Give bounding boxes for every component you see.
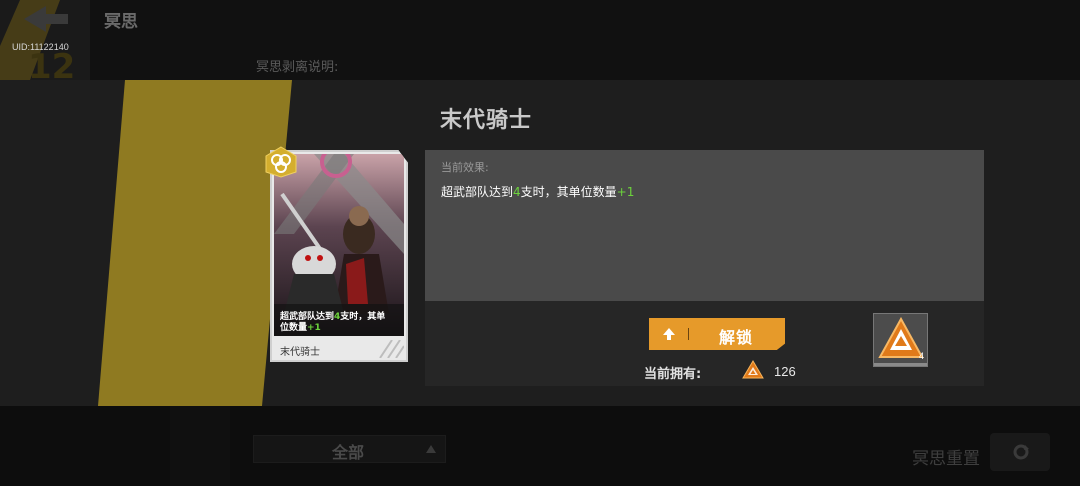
card-title: 末代骑士 — [440, 108, 533, 133]
card-text-part: 位数量 — [280, 323, 308, 333]
unlock-label: 解锁 — [719, 328, 754, 347]
card-text-bonus: +1 — [307, 323, 321, 333]
top-bar — [0, 0, 1080, 80]
refresh-icon — [1013, 444, 1029, 460]
arrow-up-icon — [663, 328, 675, 340]
unlock-button[interactable]: 解锁 — [649, 318, 785, 350]
reset-label: 冥思重置 — [912, 449, 980, 469]
filter-dropdown[interactable]: 全部 — [253, 435, 446, 463]
card-artwork — [274, 154, 404, 336]
item-slot-bar — [874, 363, 927, 366]
reset-button[interactable] — [990, 433, 1050, 471]
item-count: 4 — [918, 351, 924, 361]
card-stripe-decoration — [379, 340, 404, 358]
yellow-band-decoration — [98, 80, 292, 406]
effect-text-number: 4 — [513, 185, 521, 199]
card-effect-text: 超武部队达到4支时，其单 位数量+1 — [280, 312, 400, 334]
page-title: 冥思 — [104, 12, 138, 32]
owned-label: 当前拥有: — [644, 367, 702, 382]
card-text-part: 支时，其单 — [340, 312, 386, 322]
card-text-part: 超武部队达到 — [280, 312, 335, 322]
uid-label: UID:11122140 — [12, 42, 69, 52]
card-name: 末代骑士 — [280, 347, 320, 358]
back-area: 12 — [0, 0, 90, 80]
meditation-screen: 12 冥思 UID:11122140 冥思剥离说明: 末代骑士 超武部队达到4支… — [0, 0, 1080, 486]
unlock-divider — [688, 328, 689, 340]
triangle-up-icon — [426, 445, 436, 453]
effect-text-bonus: +1 — [616, 185, 635, 199]
required-item-slot[interactable]: 4 — [873, 313, 928, 367]
filter-selected-value: 全部 — [332, 443, 365, 462]
effect-description: 超武部队达到4支时，其单位数量+1 — [441, 183, 634, 200]
description-link[interactable]: 冥思剥离说明: — [256, 56, 338, 75]
effect-text-part: 支时，其单位数量 — [520, 185, 617, 199]
meditation-card[interactable]: 超武部队达到4支时，其单 位数量+1 末代骑士 — [270, 150, 408, 362]
meditation-token-icon — [878, 317, 924, 358]
bottom-left-panel — [170, 406, 230, 486]
card-rarity-badge-icon — [265, 146, 297, 178]
effect-panel: 当前效果: 超武部队达到4支时，其单位数量+1 — [425, 150, 984, 301]
owned-count: 126 — [774, 364, 796, 379]
back-arrow-icon[interactable] — [18, 4, 74, 34]
effect-text-part: 超武部队达到 — [441, 185, 514, 199]
effect-label: 当前效果: — [441, 161, 489, 174]
meditation-token-icon — [742, 360, 764, 379]
